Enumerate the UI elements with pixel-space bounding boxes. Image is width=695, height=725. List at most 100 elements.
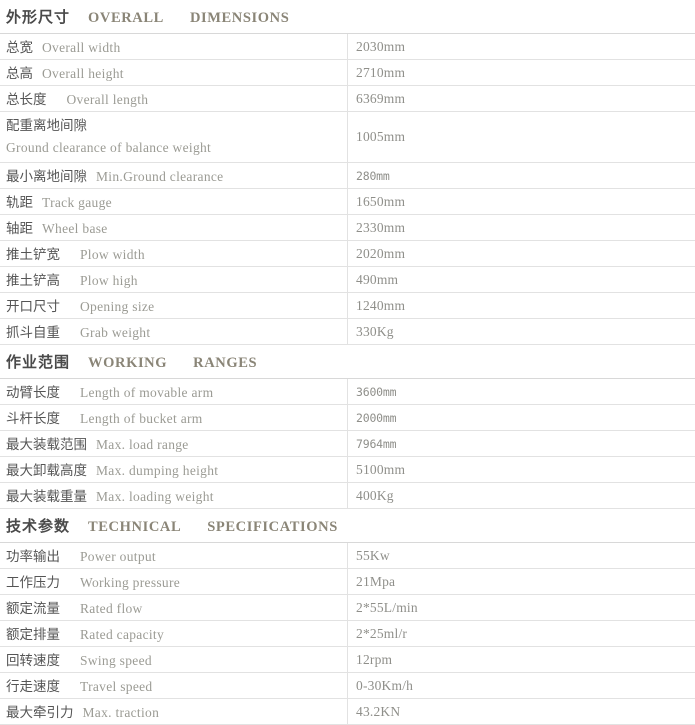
spec-label-cn: 回转速度 (6, 653, 60, 669)
section-title-en-secondary: DIMENSIONS (190, 10, 289, 26)
spec-label-cell: 推土铲宽 Plow width (0, 241, 348, 267)
spec-value-cell: 3600mm (348, 379, 695, 405)
spec-row: 斗杆长度 Length of bucket arm 2000mm (0, 405, 695, 431)
spec-label-en: Max. loading weight (96, 489, 214, 504)
spec-value-cell: 6369mm (348, 86, 695, 112)
spec-row: 总宽Overall width 2030mm (0, 34, 695, 60)
spec-label-cell: 总宽Overall width (0, 34, 348, 60)
section-title-cn: 技术参数 (6, 517, 70, 535)
spec-label-en: Working pressure (80, 575, 180, 590)
spec-label-cell: 最大卸载高度 Max. dumping height (0, 457, 348, 483)
specifications-table-body: 外形尺寸OVERALLDIMENSIONS总宽Overall width2030… (0, 0, 695, 725)
spec-value: 1650mm (356, 194, 405, 209)
spec-label-cn: 推土铲宽 (6, 247, 60, 263)
spec-label-cn: 最小离地间隙 (6, 169, 87, 185)
spec-value: 5100mm (356, 462, 405, 477)
spec-label-cell: 斗杆长度 Length of bucket arm (0, 405, 348, 431)
spec-label-cn: 开口尺寸 (6, 299, 60, 315)
spec-label-cell: 最小离地间隙 Min.Ground clearance (0, 163, 348, 189)
spec-value: 6369mm (356, 91, 405, 106)
spec-label-cn: 配重离地间隙 (6, 118, 87, 134)
spec-value: 7964mm (356, 437, 396, 451)
spec-row: 轨距Track gauge 1650mm (0, 189, 695, 215)
spec-value-cell: 1240mm (348, 293, 695, 319)
spec-label-cn: 轨距 (6, 195, 33, 211)
spec-label-en: Plow high (80, 273, 138, 288)
spec-label-cell: 最大装载范围Max. load range (0, 431, 348, 457)
spec-value: 12rpm (356, 652, 392, 667)
spec-value-cell: 43.2KN (348, 699, 695, 725)
spec-row: 最小离地间隙Min.Ground clearance280mm (0, 163, 695, 189)
spec-label-en: Plow width (80, 247, 145, 262)
spec-value-cell: 400Kg (348, 483, 695, 509)
spec-label-cn: 功率输出 (6, 549, 60, 565)
spec-row: 额定流量Rated flow2*55L/min (0, 595, 695, 621)
spec-label-cell: 最大牵引力Max. traction (0, 699, 348, 725)
section-title-en-primary: WORKING (88, 355, 167, 371)
spec-label-cn: 斗杆长度 (6, 411, 60, 427)
spec-value: 1005mm (356, 129, 405, 144)
spec-label-en: Length of bucket arm (80, 411, 203, 426)
section-header-row: 作业范围WORKINGRANGES (0, 345, 695, 379)
spec-label-en: Wheel base (42, 221, 108, 236)
spec-row: 最大装载重量 Max. loading weight 400Kg (0, 483, 695, 509)
spec-value: 0-30Km/h (356, 678, 413, 693)
spec-label-en: Max. dumping height (96, 463, 218, 478)
spec-label-cell: 推土铲高Plow high (0, 267, 348, 293)
spec-value: 43.2KN (356, 704, 400, 719)
spec-value-cell: 2*55L/min (348, 595, 695, 621)
spec-label-cell: 行走速度 Travel speed (0, 673, 348, 699)
section-title-cn: 作业范围 (6, 353, 70, 371)
spec-value-cell: 55Kw (348, 543, 695, 569)
spec-label-en: Ground clearance of balance weight (6, 140, 211, 155)
spec-row: 抓斗自重Grab weight330Kg (0, 319, 695, 345)
spec-row: 最大牵引力Max. traction 43.2KN (0, 699, 695, 725)
spec-label-cell: 回转速度 Swing speed (0, 647, 348, 673)
spec-value: 400Kg (356, 488, 394, 503)
spec-label-cn: 最大装载重量 (6, 489, 87, 505)
spec-row: 动臂长度 Length of movable arm 3600mm (0, 379, 695, 405)
spec-value: 1240mm (356, 298, 405, 313)
section-title-en-primary: TECHNICAL (88, 519, 181, 535)
section-header-row: 技术参数 TECHNICAL SPECIFICATIONS (0, 509, 695, 543)
spec-value-cell: 5100mm (348, 457, 695, 483)
spec-value: 2000mm (356, 411, 396, 425)
section-title-en-secondary: SPECIFICATIONS (207, 519, 338, 535)
spec-value: 2030mm (356, 39, 405, 54)
spec-label-en: Overall length (67, 92, 149, 107)
spec-row: 轴距Wheel base2330mm (0, 215, 695, 241)
spec-label-cn: 行走速度 (6, 679, 60, 695)
spec-label-cn: 总宽 (6, 40, 33, 56)
spec-label-cell: 轨距Track gauge (0, 189, 348, 215)
spec-label-cell: 额定流量Rated flow (0, 595, 348, 621)
spec-row: 行走速度 Travel speed 0-30Km/h (0, 673, 695, 699)
spec-value-cell: 330Kg (348, 319, 695, 345)
spec-row: 功率输出Power output55Kw (0, 543, 695, 569)
spec-row: 推土铲高Plow high490mm (0, 267, 695, 293)
spec-label-en: Length of movable arm (80, 385, 213, 400)
spec-label-cn: 最大卸载高度 (6, 463, 87, 479)
spec-label-cell: 总高Overall height (0, 60, 348, 86)
spec-value-cell: 2710mm (348, 60, 695, 86)
spec-label-cell: 动臂长度 Length of movable arm (0, 379, 348, 405)
section-title-en-primary: OVERALL (88, 10, 164, 26)
spec-label-en: Swing speed (80, 653, 152, 668)
section-header-cell: 作业范围WORKINGRANGES (0, 345, 695, 379)
spec-value-cell: 2030mm (348, 34, 695, 60)
spec-label-cell: 额定排量Rated capacity (0, 621, 348, 647)
spec-label-en: Min.Ground clearance (96, 169, 223, 184)
spec-row: 最大卸载高度 Max. dumping height 5100mm (0, 457, 695, 483)
spec-label-cell: 功率输出Power output (0, 543, 348, 569)
spec-label-cn: 抓斗自重 (6, 325, 60, 341)
spec-label-cn: 总高 (6, 66, 33, 82)
spec-label-cell: 配重离地间隙 Ground clearance of balance weight (0, 112, 348, 163)
spec-row: 总长度Overall length 6369mm (0, 86, 695, 112)
spec-value-cell: 1005mm (348, 112, 695, 163)
section-header-cell: 技术参数 TECHNICAL SPECIFICATIONS (0, 509, 695, 543)
spec-label-en: Travel speed (80, 679, 152, 694)
spec-label-cell: 总长度Overall length (0, 86, 348, 112)
spec-label-cn: 动臂长度 (6, 385, 60, 401)
spec-value: 3600mm (356, 385, 396, 399)
spec-value-cell: 7964mm (348, 431, 695, 457)
spec-value: 2710mm (356, 65, 405, 80)
